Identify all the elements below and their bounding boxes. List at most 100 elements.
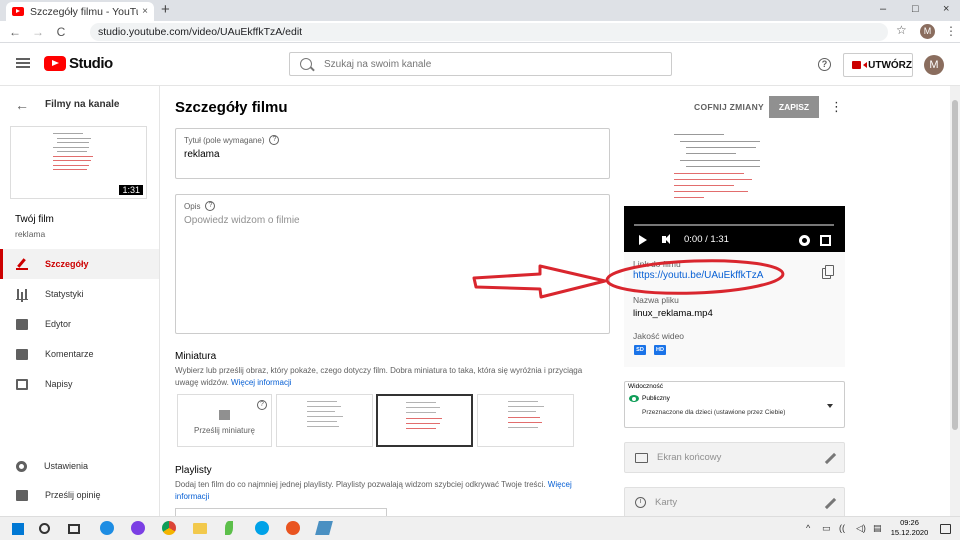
- visibility-label: Widoczność: [628, 383, 664, 390]
- edit-pencil-icon[interactable]: [824, 452, 837, 465]
- browser-tab[interactable]: Szczegóły filmu - YouTube Studio ×: [6, 2, 154, 21]
- search-icon[interactable]: [39, 523, 50, 534]
- upload-thumbnail-button[interactable]: ? Prześlij miniaturę: [177, 394, 272, 447]
- thumbnail-heading: Miniatura: [175, 351, 217, 362]
- task-view-icon[interactable]: [68, 524, 80, 534]
- page-scrollbar[interactable]: [950, 86, 960, 516]
- sidebar-item-label: Prześlij opinię: [45, 490, 101, 500]
- edit-pencil-icon[interactable]: [824, 497, 837, 510]
- thumbnail-option-2-selected[interactable]: [376, 394, 473, 447]
- video-thumbnail[interactable]: 1:31: [10, 126, 147, 199]
- video-player[interactable]: 0:00 / 1:31: [624, 128, 845, 252]
- url-field[interactable]: studio.youtube.com/video/UAuEkffkTzA/edi…: [90, 23, 888, 41]
- forward-icon[interactable]: →: [28, 25, 48, 39]
- description-placeholder[interactable]: Opowiedz widzom o filmie: [184, 215, 300, 226]
- info-icon: i: [635, 497, 646, 508]
- play-icon[interactable]: [639, 235, 647, 245]
- search-icon[interactable]: [300, 58, 312, 70]
- reload-icon[interactable]: C: [51, 25, 71, 39]
- scrollbar-thumb[interactable]: [952, 100, 958, 430]
- sidebar-item-subtitles[interactable]: Napisy: [0, 369, 159, 399]
- title-field[interactable]: Tytuł (pole wymagane) ? reklama: [175, 128, 610, 179]
- visibility-select[interactable]: Widoczność Publiczny Przeznaczone dla dz…: [624, 381, 845, 428]
- search-input[interactable]: [324, 58, 624, 70]
- sidebar-item-comments[interactable]: Komentarze: [0, 339, 159, 369]
- keyboard-icon[interactable]: ▤: [873, 523, 882, 534]
- clock-date: 15.12.2020: [890, 528, 929, 537]
- player-settings-gear-icon[interactable]: [799, 235, 810, 246]
- virtualbox-icon[interactable]: [315, 521, 333, 535]
- help-icon[interactable]: ?: [257, 400, 267, 410]
- channel-search[interactable]: [289, 52, 672, 76]
- sidebar-item-editor[interactable]: Edytor: [0, 309, 159, 339]
- add-image-icon: [219, 410, 230, 420]
- url-text: studio.youtube.com/video/UAuEkffkTzA/edi…: [98, 26, 303, 38]
- film-icon: [16, 318, 28, 330]
- title-value[interactable]: reklama: [184, 149, 220, 160]
- minimize-button[interactable]: –: [880, 3, 886, 15]
- thumbnail-option-1[interactable]: [276, 394, 373, 447]
- dropdown-arrow-icon[interactable]: [827, 404, 833, 408]
- end-screen-card[interactable]: Ekran końcowy: [624, 442, 845, 473]
- undo-changes-button[interactable]: COFNIJ ZMIANY: [694, 102, 764, 112]
- notifications-icon[interactable]: [940, 524, 951, 534]
- battery-icon[interactable]: ▭: [822, 523, 831, 534]
- skype-icon[interactable]: [255, 521, 269, 535]
- chrome-icon[interactable]: [162, 521, 176, 535]
- edge-icon[interactable]: [100, 521, 114, 535]
- account-avatar[interactable]: M: [924, 55, 944, 75]
- new-tab-button[interactable]: +: [161, 1, 170, 18]
- thumbnail-option-3[interactable]: [477, 394, 574, 447]
- quality-label: Jakość wideo: [633, 331, 685, 341]
- youtube-logo-icon[interactable]: [44, 56, 66, 71]
- description-field[interactable]: Opis ? Opowiedz widzom o filmie: [175, 194, 610, 334]
- windows-start-icon[interactable]: [12, 523, 24, 535]
- help-icon[interactable]: ?: [205, 201, 216, 211]
- public-eye-icon: [629, 395, 639, 402]
- sidebar-item-details[interactable]: Szczegóły: [0, 249, 159, 279]
- playlist-select[interactable]: [175, 508, 387, 516]
- back-arrow-icon[interactable]: ←: [15, 97, 29, 113]
- file-explorer-icon[interactable]: [193, 523, 207, 534]
- tray-chevron-icon[interactable]: ^: [806, 523, 810, 533]
- filename-value: linux_reklama.mp4: [633, 308, 713, 319]
- wifi-icon[interactable]: ((: [839, 523, 845, 533]
- thumbnail-more-info-link[interactable]: Więcej informacji: [231, 378, 291, 387]
- description-field-label: Opis: [184, 201, 201, 211]
- volume-icon[interactable]: [662, 234, 670, 244]
- sidebar-item-settings[interactable]: Ustawienia: [0, 451, 159, 481]
- back-icon[interactable]: ←: [5, 25, 25, 39]
- browser-menu-icon[interactable]: ⋮: [945, 24, 957, 38]
- help-icon[interactable]: ?: [818, 58, 831, 71]
- browser-profile-avatar[interactable]: M: [920, 24, 935, 39]
- bookmark-star-icon[interactable]: ☆: [896, 23, 907, 37]
- fullscreen-icon[interactable]: [820, 235, 831, 246]
- save-button[interactable]: ZAPISZ: [769, 96, 819, 118]
- system-clock[interactable]: 09:26 15.12.2020: [887, 518, 932, 538]
- video-link[interactable]: https://youtu.be/UAuEkffkTzA: [633, 270, 763, 281]
- more-options-icon[interactable]: ⋮: [830, 99, 843, 115]
- feedback-icon: [16, 489, 28, 501]
- cards-label: Karty: [655, 497, 678, 508]
- end-screen-icon: [635, 452, 648, 463]
- sidebar-item-feedback[interactable]: Prześlij opinię: [0, 480, 159, 510]
- media-app-icon[interactable]: [286, 521, 300, 535]
- analytics-icon: [16, 288, 28, 300]
- close-window-button[interactable]: ×: [943, 3, 949, 15]
- volume-icon[interactable]: ◁): [856, 523, 866, 534]
- maximize-button[interactable]: □: [912, 3, 919, 15]
- leaf-app-icon[interactable]: [225, 521, 233, 535]
- player-time: 0:00 / 1:31: [684, 234, 729, 245]
- copy-icon[interactable]: [825, 265, 834, 276]
- studio-logo-text[interactable]: Studio: [69, 55, 113, 72]
- cards-card[interactable]: i Karty: [624, 487, 845, 516]
- progress-bar[interactable]: [634, 224, 834, 226]
- subtitles-icon: [16, 378, 28, 390]
- back-to-videos-link[interactable]: Filmy na kanale: [45, 99, 119, 110]
- help-icon[interactable]: ?: [269, 135, 280, 145]
- create-button[interactable]: UTWÓRZ: [843, 53, 913, 77]
- sidebar-item-analytics[interactable]: Statystyki: [0, 279, 159, 309]
- firefox-icon[interactable]: [131, 521, 145, 535]
- hamburger-menu-icon[interactable]: [16, 58, 30, 68]
- tab-close-icon[interactable]: ×: [142, 6, 148, 17]
